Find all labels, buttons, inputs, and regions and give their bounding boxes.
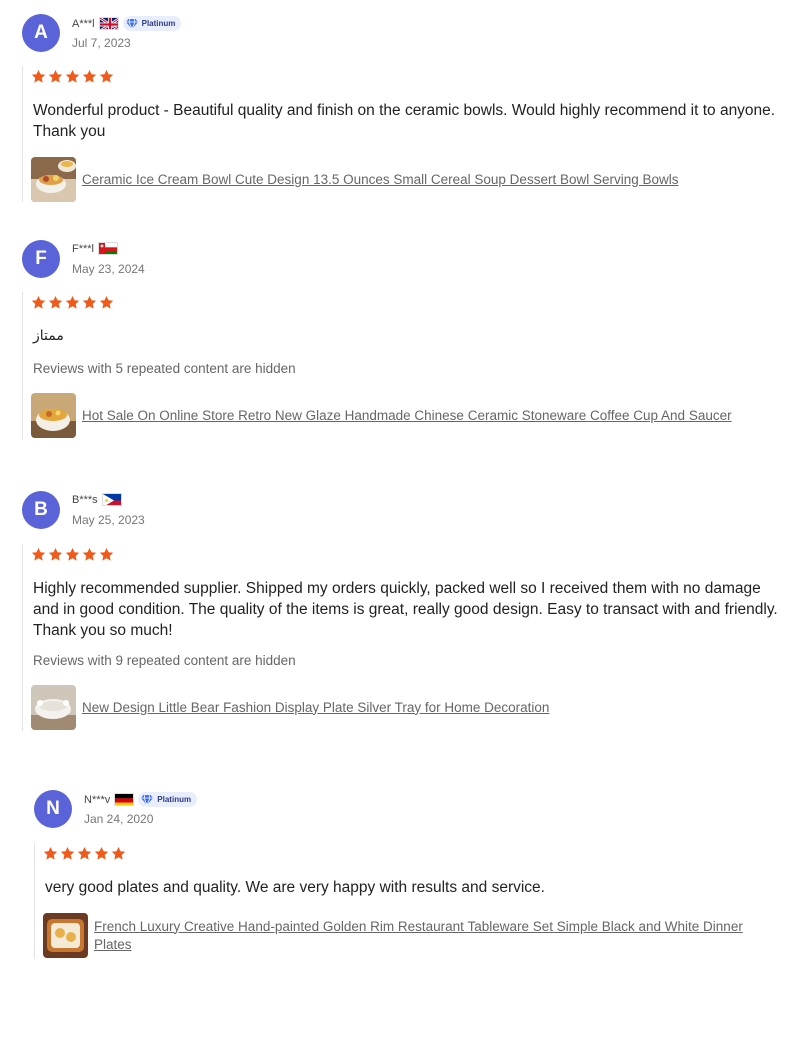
germany-flag-icon bbox=[114, 793, 135, 806]
avatar: N bbox=[34, 790, 72, 828]
star-icon bbox=[48, 69, 63, 83]
review-text: very good plates and quality. We are ver… bbox=[45, 879, 545, 896]
product-thumbnail[interactable] bbox=[31, 157, 76, 202]
star-rating bbox=[31, 295, 114, 310]
star-icon bbox=[31, 547, 46, 561]
reviewer-name: B***s bbox=[72, 493, 98, 506]
star-icon bbox=[65, 295, 80, 309]
hidden-reviews-note: Reviews with 5 repeated content are hidd… bbox=[33, 361, 296, 376]
philippines-flag-icon bbox=[101, 493, 122, 506]
platinum-badge: Platinum bbox=[138, 792, 198, 807]
product-link-row[interactable]: French Luxury Creative Hand-painted Gold… bbox=[43, 913, 781, 958]
star-icon bbox=[99, 295, 114, 309]
reviewer-name: N***v bbox=[84, 793, 111, 806]
product-thumbnail[interactable] bbox=[31, 393, 76, 438]
star-icon bbox=[48, 547, 63, 561]
product-link-row[interactable]: Hot Sale On Online Store Retro New Glaze… bbox=[31, 393, 732, 438]
star-icon bbox=[111, 846, 126, 860]
star-rating bbox=[31, 69, 114, 84]
oman-flag-icon bbox=[98, 242, 119, 255]
platinum-badge: Platinum bbox=[122, 16, 182, 31]
star-icon bbox=[82, 547, 97, 561]
product-link-row[interactable]: Ceramic Ice Cream Bowl Cute Design 13.5 … bbox=[31, 157, 679, 202]
reviewer-name: F***l bbox=[72, 242, 95, 255]
star-icon bbox=[65, 69, 80, 83]
star-icon bbox=[82, 295, 97, 309]
product-link[interactable]: Hot Sale On Online Store Retro New Glaze… bbox=[82, 407, 732, 425]
product-thumbnail[interactable] bbox=[43, 913, 88, 958]
star-icon bbox=[99, 69, 114, 83]
review-text: Highly recommended supplier. Shipped my … bbox=[33, 580, 778, 639]
review-date: Jul 7, 2023 bbox=[72, 36, 131, 50]
avatar: B bbox=[22, 491, 60, 529]
star-icon bbox=[82, 69, 97, 83]
star-icon bbox=[94, 846, 109, 860]
star-icon bbox=[60, 846, 75, 860]
star-icon bbox=[65, 547, 80, 561]
star-rating bbox=[31, 547, 114, 562]
product-thumbnail[interactable] bbox=[31, 685, 76, 730]
reviewer-name: A***l bbox=[72, 17, 95, 30]
product-link[interactable]: French Luxury Creative Hand-painted Gold… bbox=[94, 918, 781, 954]
avatar: F bbox=[22, 240, 60, 278]
hidden-reviews-note: Reviews with 9 repeated content are hidd… bbox=[33, 653, 296, 668]
star-rating bbox=[43, 846, 126, 861]
star-icon bbox=[77, 846, 92, 860]
review-text: Wonderful product - Beautiful quality an… bbox=[33, 102, 776, 140]
star-icon bbox=[48, 295, 63, 309]
review-date: Jan 24, 2020 bbox=[84, 812, 154, 826]
star-icon bbox=[99, 547, 114, 561]
diamond-icon bbox=[141, 794, 154, 806]
uk-flag-icon bbox=[98, 17, 119, 30]
star-icon bbox=[43, 846, 58, 860]
review-text: ممتاز bbox=[33, 327, 64, 343]
product-link-row[interactable]: New Design Little Bear Fashion Display P… bbox=[31, 685, 549, 730]
star-icon bbox=[31, 69, 46, 83]
product-link[interactable]: New Design Little Bear Fashion Display P… bbox=[82, 699, 549, 717]
review-date: May 25, 2023 bbox=[72, 513, 145, 527]
review-date: May 23, 2024 bbox=[72, 262, 145, 276]
product-link[interactable]: Ceramic Ice Cream Bowl Cute Design 13.5 … bbox=[82, 171, 679, 189]
avatar: A bbox=[22, 14, 60, 52]
diamond-icon bbox=[125, 18, 138, 30]
star-icon bbox=[31, 295, 46, 309]
